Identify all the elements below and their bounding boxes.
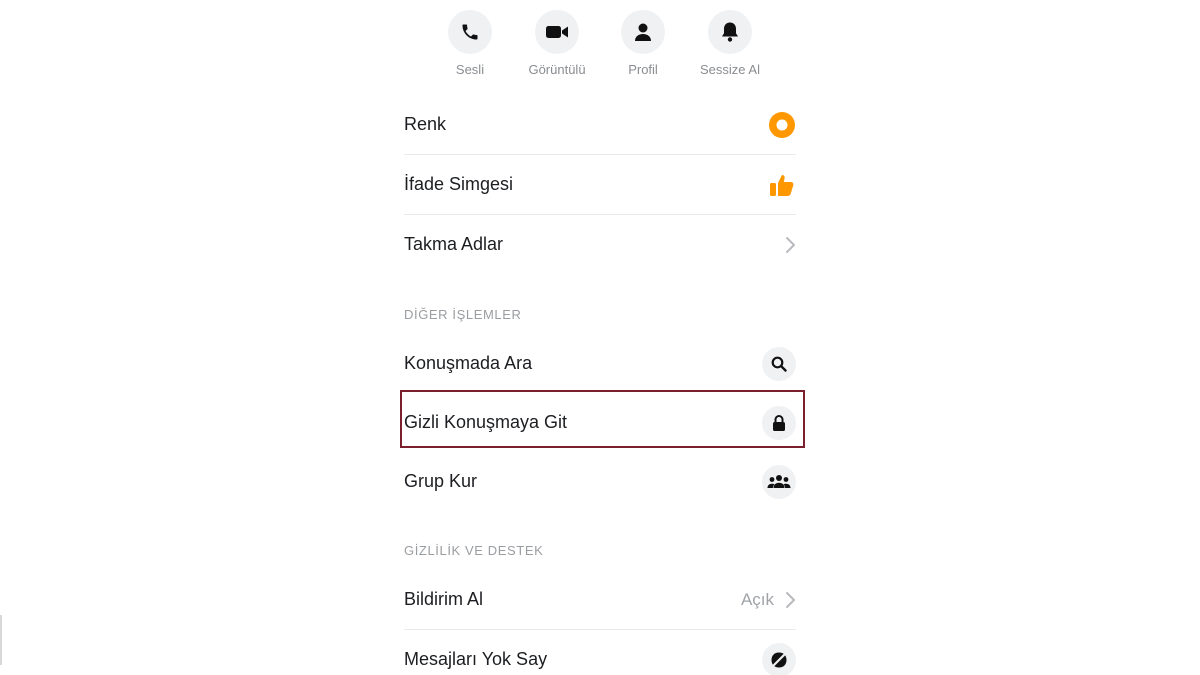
video-call-action[interactable]: Görüntülü [512, 10, 602, 77]
mute-label: Sessize Al [700, 62, 760, 77]
chevron-right-icon [786, 591, 795, 608]
color-label: Renk [404, 114, 447, 134]
chevron-right-icon [786, 236, 795, 253]
emoji-label: İfade Simgesi [404, 174, 514, 194]
secret-conversation-label: Gizli Konuşmaya Git [404, 412, 568, 432]
person-icon [621, 10, 665, 54]
ignore-icon [762, 642, 796, 675]
create-group-label: Grup Kur [404, 471, 478, 491]
group-icon [762, 464, 796, 499]
emoji-row[interactable]: İfade Simgesi [404, 155, 796, 215]
mute-action[interactable]: Sessize Al [685, 10, 775, 77]
phone-icon [448, 10, 492, 54]
search-icon [762, 346, 796, 381]
notifications-row[interactable]: Bildirim Al Açık [404, 570, 796, 630]
profile-action[interactable]: Profil [598, 10, 688, 77]
ignore-messages-row[interactable]: Mesajları Yok Say [404, 630, 796, 675]
ignore-messages-label: Mesajları Yok Say [404, 649, 548, 669]
nicknames-row[interactable]: Takma Adlar [404, 215, 796, 274]
lock-icon [762, 405, 796, 440]
search-conversation-row[interactable]: Konuşmada Ara [404, 334, 796, 393]
notifications-label: Bildirim Al [404, 589, 484, 609]
privacy-support-header: GİZLİLİK VE DESTEK [404, 543, 544, 558]
profile-label: Profil [628, 62, 658, 77]
thumbs-up-icon [770, 174, 794, 196]
chat-settings-screen: Sesli Görüntülü Profil Sessize Al Renk İ… [0, 0, 1200, 675]
color-row[interactable]: Renk [404, 95, 796, 155]
nicknames-label: Takma Adlar [404, 234, 504, 254]
notifications-value: Açık [740, 589, 774, 609]
audio-call-action[interactable]: Sesli [425, 10, 515, 77]
secret-conversation-row[interactable]: Gizli Konuşmaya Git [404, 393, 796, 452]
color-swatch-icon [769, 111, 795, 138]
settings-list: Renk İfade Simgesi Takma Adlar DİĞER İŞL… [404, 95, 796, 675]
bell-icon [708, 10, 752, 54]
video-call-label: Görüntülü [528, 62, 586, 77]
video-camera-icon [535, 10, 579, 54]
create-group-row[interactable]: Grup Kur [404, 452, 796, 511]
audio-call-label: Sesli [455, 62, 485, 77]
action-bar: Sesli Görüntülü Profil Sessize Al [440, 10, 780, 80]
edge-divider [0, 615, 2, 665]
more-actions-header: DİĞER İŞLEMLER [404, 307, 522, 322]
search-conversation-label: Konuşmada Ara [404, 353, 533, 373]
